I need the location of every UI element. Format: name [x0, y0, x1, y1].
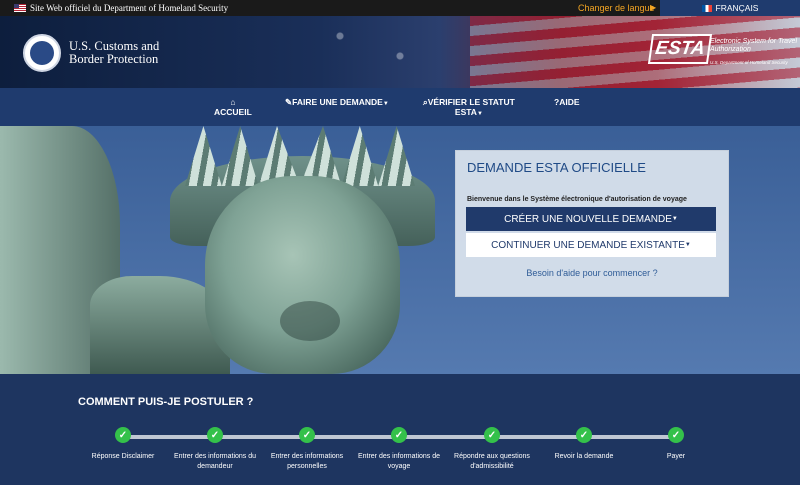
hero-banner: DEMANDE ESTA OFFICIELLE Bienvenue dans l…: [0, 126, 800, 374]
caret-down-icon: ▼: [684, 242, 691, 248]
nav-help-label: AIDE: [559, 97, 580, 107]
caret-down-icon: ▼: [476, 111, 483, 117]
agency-name[interactable]: U.S. Customs and Border Protection: [69, 40, 189, 66]
official-site-text: Site Web officiel du Department of Homel…: [30, 3, 229, 13]
step-label: Payer: [666, 453, 686, 460]
continue-application-button[interactable]: CONTINUER UNE DEMANDE EXISTANTE ▼: [466, 233, 716, 257]
new-application-button[interactable]: CRÉER UNE NOUVELLE DEMANDE ▼: [466, 207, 716, 231]
france-flag-icon: [701, 4, 712, 12]
help-getting-started-link[interactable]: Besoin d'aide pour commencer ?: [456, 268, 728, 278]
check-icon: ✓: [207, 427, 223, 443]
us-flag-icon: [14, 4, 26, 12]
nav-home[interactable]: ⌂ ACCUEIL: [214, 97, 252, 117]
nav-apply-label: FAIRE UNE DEMANDE: [292, 97, 383, 107]
home-icon: ⌂: [230, 97, 236, 107]
caret-down-icon: ▼: [671, 216, 678, 222]
nav-check-status-label-2: ESTA: [454, 107, 477, 117]
step-label: Répondre aux questions d'admissibilité: [454, 453, 530, 470]
statue-shadow: [280, 301, 340, 341]
continue-application-label: CONTINUER UNE DEMANDE EXISTANTE: [491, 239, 685, 251]
esta-logo-dept: U.S. Department of Homeland Security: [710, 60, 788, 65]
check-icon: ✓: [484, 427, 500, 443]
check-icon: ✓: [115, 427, 131, 443]
main-nav: ⌂ ACCUEIL ✎FAIRE UNE DEMANDE▼ ⌕VÉRIFIER …: [0, 88, 800, 126]
current-language: FRANÇAIS: [715, 3, 759, 13]
check-icon: ✓: [299, 427, 315, 443]
nav-apply[interactable]: ✎FAIRE UNE DEMANDE▼: [285, 97, 389, 109]
section-title: COMMENT PUIS-JE POSTULER ?: [78, 396, 254, 408]
nav-check-status-label: VÉRIFIER LE STATUT: [427, 97, 515, 107]
check-icon: ✓: [391, 427, 407, 443]
check-icon: ✓: [668, 427, 684, 443]
step-label: Entrer des informations personnelles: [270, 453, 344, 470]
caret-right-icon: ▶: [650, 3, 657, 12]
statue-of-liberty-image: [205, 176, 400, 374]
nav-check-status[interactable]: ⌕VÉRIFIER LE STATUT ESTA▼: [423, 97, 515, 119]
esta-logo-text: ESTA: [647, 34, 713, 64]
check-icon: ✓: [576, 427, 592, 443]
step-label: Entrer des informations de voyage: [357, 453, 441, 470]
caret-down-icon: ▼: [382, 101, 389, 107]
site-header: U.S. Customs and Border Protection ESTA …: [0, 16, 800, 88]
language-selector[interactable]: FRANÇAIS: [660, 0, 800, 16]
step-label: Entrer des informations du demandeur: [173, 453, 257, 470]
dhs-seal-logo[interactable]: [23, 34, 61, 72]
nav-home-label: ACCUEIL: [214, 107, 252, 117]
esta-logo-subtitle: Electronic System for Travel Authorizati…: [710, 38, 798, 53]
step-label: Réponse Disclaimer: [91, 453, 155, 460]
esta-logo[interactable]: ESTA Electronic System for Travel Author…: [647, 32, 798, 80]
new-application-label: CRÉER UNE NOUVELLE DEMANDE: [504, 213, 672, 225]
step-label: Revoir la demande: [554, 453, 614, 460]
application-panel: DEMANDE ESTA OFFICIELLE Bienvenue dans l…: [455, 150, 729, 297]
how-to-apply-section: COMMENT PUIS-JE POSTULER ? ✓ Réponse Dis…: [0, 374, 800, 485]
top-bar: Site Web officiel du Department of Homel…: [0, 0, 800, 16]
nav-help[interactable]: ?AIDE: [554, 97, 580, 107]
panel-subtitle: Bienvenue dans le Système électronique d…: [467, 196, 687, 203]
official-site-notice: Site Web officiel du Department of Homel…: [14, 3, 228, 13]
panel-title: DEMANDE ESTA OFFICIELLE: [467, 160, 646, 175]
change-language-link[interactable]: Changer de langue: [578, 3, 655, 13]
